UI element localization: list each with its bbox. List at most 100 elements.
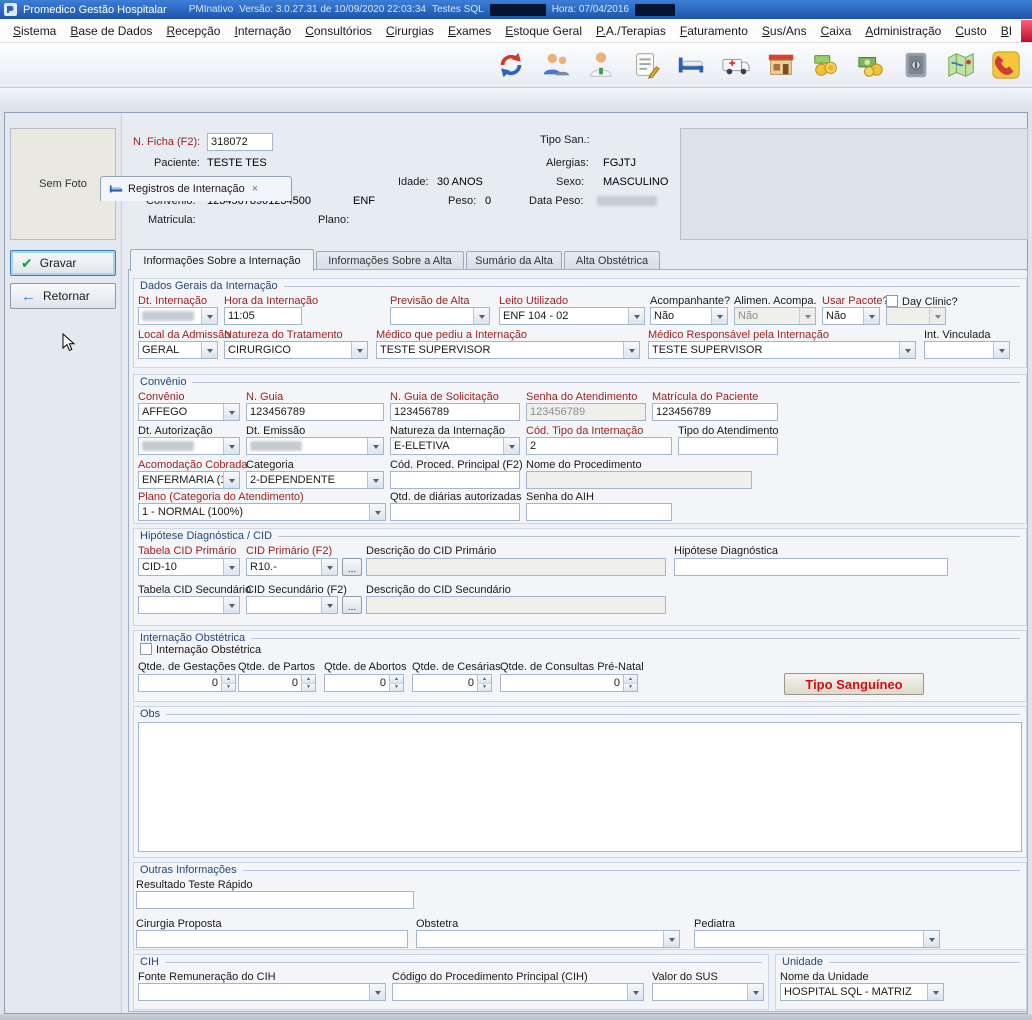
internacao-obstetrica-checkbox[interactable] [140, 643, 152, 655]
matricula-paciente-input[interactable]: 123456789 [652, 403, 778, 421]
dropdown-arrow-icon[interactable] [369, 504, 385, 520]
ambulance-icon[interactable] [720, 49, 752, 81]
menu-sistema[interactable]: Sistema [6, 20, 63, 42]
phone-icon[interactable] [990, 49, 1022, 81]
spin-down-icon[interactable]: ▼ [478, 684, 491, 692]
tipo-atendimento-input[interactable] [678, 437, 778, 455]
menu-consultorios[interactable]: Consultórios [298, 20, 379, 42]
cid-primario-combo[interactable]: R10.- [246, 558, 338, 576]
medico-pediu-combo[interactable]: TESTE SUPERVISOR [376, 341, 640, 359]
convenio-combo[interactable]: AFFEGO [138, 403, 240, 421]
spin-up-icon[interactable]: ▲ [222, 675, 235, 684]
hipotese-input[interactable] [674, 558, 948, 576]
menu-faturamento[interactable]: Faturamento [673, 20, 755, 42]
dropdown-arrow-icon[interactable] [223, 559, 239, 575]
dropdown-arrow-icon[interactable] [351, 342, 367, 358]
cid-secundario-combo[interactable] [246, 596, 338, 614]
cesarias-spinner[interactable]: 0▲▼ [412, 674, 492, 692]
menu-pa-terapias[interactable]: P.A./Terapias [589, 20, 673, 42]
tab-registros-internacao[interactable]: Registros de Internação × [100, 176, 292, 201]
dropdown-arrow-icon[interactable] [623, 342, 639, 358]
dropdown-arrow-icon[interactable] [201, 308, 217, 324]
menu-exames[interactable]: Exames [441, 20, 498, 42]
menu-recepcao[interactable]: Recepção [159, 20, 227, 42]
spin-down-icon[interactable]: ▼ [390, 684, 403, 692]
dropdown-arrow-icon[interactable] [503, 438, 519, 454]
menu-sus-ans[interactable]: Sus/Ans [755, 20, 814, 42]
qtd-diarias-input[interactable] [390, 503, 520, 521]
obs-textarea[interactable] [138, 722, 1022, 852]
dropdown-arrow-icon[interactable] [369, 984, 385, 1000]
dropdown-arrow-icon[interactable] [321, 559, 337, 575]
tab-sumario-alta[interactable]: Sumário da Alta [466, 251, 562, 270]
dropdown-arrow-icon[interactable] [663, 931, 679, 947]
patients-icon[interactable] [540, 49, 572, 81]
day-clinic-checkbox[interactable] [886, 295, 898, 307]
safe-icon[interactable] [900, 49, 932, 81]
spin-down-icon[interactable]: ▼ [624, 684, 637, 692]
menu-internacao[interactable]: Internação [227, 20, 298, 42]
menu-cirurgias[interactable]: Cirurgias [379, 20, 441, 42]
dropdown-arrow-icon[interactable] [223, 472, 239, 488]
codigo-cih-combo[interactable] [392, 983, 644, 1001]
natureza-tratamento-combo[interactable]: CIRURGICO [224, 341, 368, 359]
dropdown-arrow-icon[interactable] [367, 438, 383, 454]
previsao-combo[interactable] [390, 307, 490, 325]
dropdown-arrow-icon[interactable] [201, 342, 217, 358]
valor-sus-combo[interactable] [652, 983, 764, 1001]
teste-rapido-input[interactable] [136, 891, 414, 909]
menu-base-de-dados[interactable]: Base de Dados [63, 20, 159, 42]
finance-icon[interactable] [855, 49, 887, 81]
cid-secundario-lookup-button[interactable]: ... [342, 596, 362, 614]
dropdown-arrow-icon[interactable] [899, 342, 915, 358]
fonte-cih-combo[interactable] [138, 983, 386, 1001]
obstetra-combo[interactable] [416, 930, 680, 948]
n-guia-input[interactable]: 123456789 [246, 403, 384, 421]
abortos-spinner[interactable]: 0▲▼ [324, 674, 404, 692]
dropdown-arrow-icon[interactable] [473, 308, 489, 324]
refresh-icon[interactable] [495, 49, 527, 81]
ficha-input[interactable]: 318072 [207, 133, 273, 151]
dropdown-arrow-icon[interactable] [927, 984, 943, 1000]
local-admissao-combo[interactable]: GERAL [138, 341, 218, 359]
tab-informacoes-alta[interactable]: Informações Sobre a Alta [316, 251, 464, 270]
prenatal-spinner[interactable]: 0▲▼ [500, 674, 638, 692]
spin-up-icon[interactable]: ▲ [478, 675, 491, 684]
int-vinculada-combo[interactable] [924, 341, 1010, 359]
dt-internacao-combo[interactable] [138, 307, 218, 325]
n-guia-sol-input[interactable]: 123456789 [390, 403, 520, 421]
leito-combo[interactable]: ENF 104 - 02 [499, 307, 645, 325]
dropdown-arrow-icon[interactable] [628, 308, 644, 324]
tab-informacoes-internacao[interactable]: Informações Sobre a Internação [130, 249, 314, 271]
tabela-cid-secundario-combo[interactable] [138, 596, 240, 614]
stock-icon[interactable] [765, 49, 797, 81]
dropdown-arrow-icon[interactable] [863, 308, 879, 324]
acomodacao-combo[interactable]: ENFERMARIA (1) [138, 471, 240, 489]
gestacoes-spinner[interactable]: 0▲▼ [138, 674, 236, 692]
natureza-internacao-combo[interactable]: E-ELETIVA [390, 437, 520, 455]
menu-caixa[interactable]: Caixa [814, 20, 859, 42]
acompanhante-combo[interactable]: Não [650, 307, 728, 325]
close-icon[interactable]: × [252, 183, 258, 195]
menu-estoque-geral[interactable]: Estoque Geral [498, 20, 589, 42]
dropdown-arrow-icon[interactable] [321, 597, 337, 613]
dropdown-arrow-icon[interactable] [711, 308, 727, 324]
tipo-sanguineo-button[interactable]: Tipo Sanguíneo [784, 673, 924, 695]
plano-categoria-combo[interactable]: 1 - NORMAL (100%) [138, 503, 386, 521]
dropdown-arrow-icon[interactable] [923, 931, 939, 947]
pediatra-combo[interactable] [694, 930, 940, 948]
spin-up-icon[interactable]: ▲ [390, 675, 403, 684]
partos-spinner[interactable]: 0▲▼ [238, 674, 316, 692]
menu-custo[interactable]: Custo [948, 20, 993, 42]
tabela-cid-primario-combo[interactable]: CID-10 [138, 558, 240, 576]
dropdown-arrow-icon[interactable] [223, 597, 239, 613]
cod-proced-input[interactable] [390, 471, 520, 489]
dt-autorizacao-combo[interactable] [138, 437, 240, 455]
usar-pacote-combo[interactable]: Não [822, 307, 880, 325]
dropdown-arrow-icon[interactable] [367, 472, 383, 488]
spin-up-icon[interactable]: ▲ [624, 675, 637, 684]
categoria-combo[interactable]: 2-DEPENDENTE [246, 471, 384, 489]
dropdown-arrow-icon[interactable] [223, 404, 239, 420]
dt-emissao-combo[interactable] [246, 437, 384, 455]
spin-up-icon[interactable]: ▲ [302, 675, 315, 684]
